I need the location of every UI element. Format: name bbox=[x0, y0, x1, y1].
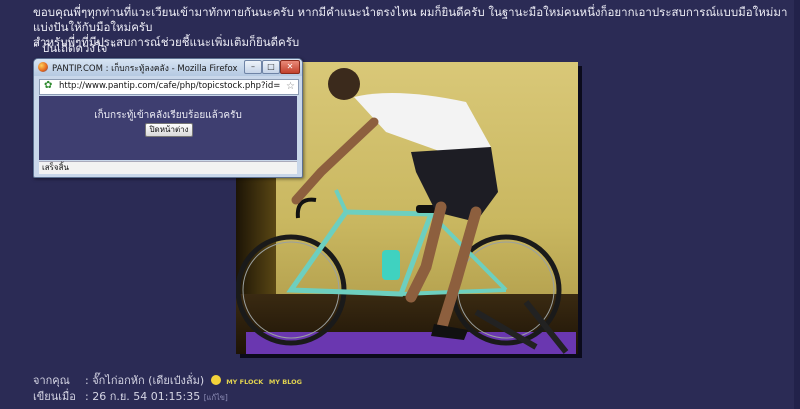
smiley-icon bbox=[210, 375, 221, 385]
firefox-popup-window: PANTIP.COM : เก็บกระทู้ลงคลัง - Mozilla … bbox=[33, 58, 303, 178]
saved-message: เก็บกระทู้เข้าคลังเรียบร้อยแล้วครับ bbox=[94, 110, 242, 121]
from-label: จากคุณ bbox=[33, 374, 70, 387]
close-page-button[interactable]: ปิดหน้าต่าง bbox=[145, 123, 193, 137]
firefox-icon bbox=[38, 62, 48, 72]
timestamp-info: : 26 ก.ย. 54 01:15:35 [แก้ไข] bbox=[85, 389, 228, 406]
author-info: : จั๊กไก่อกหัก (เดียเป๋งลั่ม) MY FLOCK M… bbox=[85, 373, 302, 389]
close-window-button[interactable]: ✕ bbox=[280, 60, 300, 74]
post-line-2: สำหรับพี่ๆที่มีประสบการณ์ช่วยชี้แนะเพิ่ม… bbox=[33, 35, 300, 49]
status-bar: เสร็จสิ้น bbox=[39, 161, 297, 174]
written-label: เขียนเมื่อ bbox=[33, 390, 76, 403]
bookmark-star-icon[interactable]: ☆ bbox=[286, 80, 295, 93]
window-title: PANTIP.COM : เก็บกระทู้ลงคลัง - Mozilla … bbox=[52, 64, 238, 74]
minimize-button[interactable]: – bbox=[244, 60, 262, 74]
popup-content: เก็บกระทู้เข้าคลังเรียบร้อยแล้วครับ ปิดห… bbox=[39, 96, 297, 160]
myflock-icon[interactable]: MY FLOCK bbox=[226, 379, 263, 386]
status-text: เสร็จสิ้น bbox=[42, 163, 69, 172]
post-signature: " ปั่นเถิดดวงใจ " bbox=[33, 41, 117, 55]
post-body: ขอบคุณพี่ๆทุกท่านที่แวะเวียนเข้ามาทักทาย… bbox=[33, 5, 793, 50]
address-bar[interactable]: ✿ http://www.pantip.com/cafe/php/topicst… bbox=[39, 79, 299, 95]
window-titlebar[interactable]: PANTIP.COM : เก็บกระทู้ลงคลัง - Mozilla … bbox=[34, 59, 302, 76]
maximize-button[interactable]: □ bbox=[262, 60, 280, 74]
author-name[interactable]: : จั๊กไก่อกหัก (เดียเป๋งลั่ม) bbox=[85, 374, 204, 387]
post-line-1: ขอบคุณพี่ๆทุกท่านที่แวะเวียนเข้ามาทักทาย… bbox=[33, 5, 788, 34]
edit-link[interactable]: [แก้ไข] bbox=[204, 393, 228, 402]
url-field[interactable]: http://www.pantip.com/cafe/php/topicstoc… bbox=[59, 81, 281, 91]
page-edge bbox=[794, 0, 800, 409]
myblog-icon[interactable]: MY BLOG bbox=[269, 379, 302, 386]
site-favicon-icon: ✿ bbox=[44, 80, 53, 91]
post-timestamp: : 26 ก.ย. 54 01:15:35 bbox=[85, 390, 201, 403]
